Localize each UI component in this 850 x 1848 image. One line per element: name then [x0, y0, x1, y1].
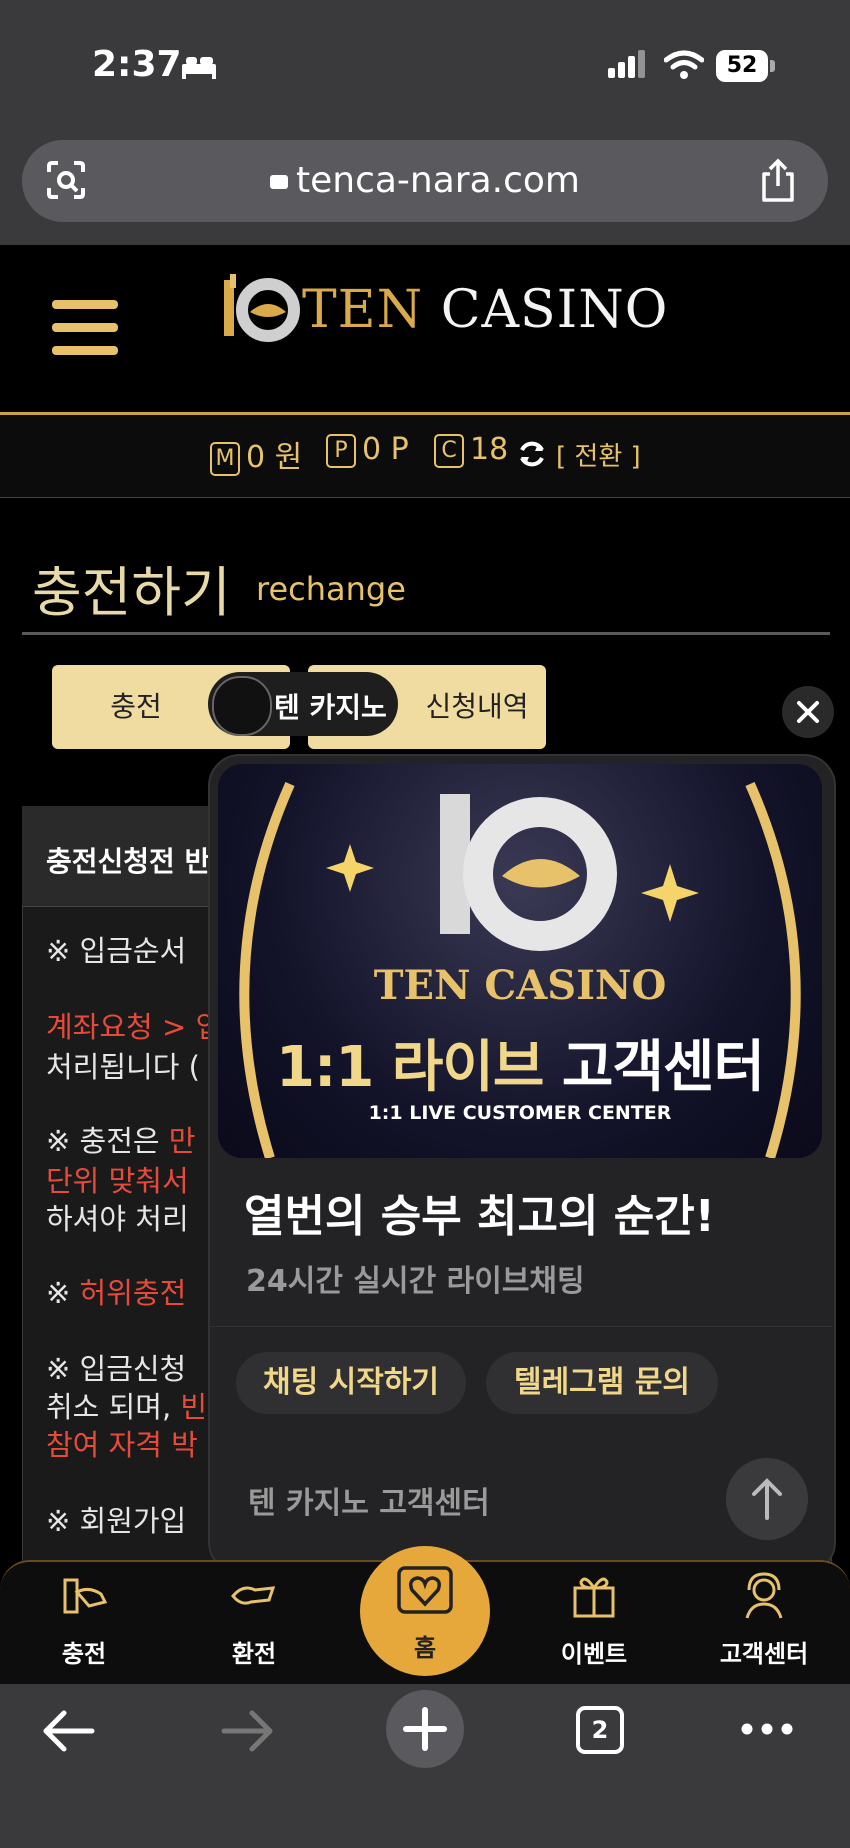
money-balance: M0 원 [210, 432, 302, 476]
forward-arrow-icon[interactable] [220, 1706, 276, 1756]
popup-title: 열번의 승부 최고의 순간! [244, 1191, 715, 1242]
notice-header-text: 충전신청전 반 [46, 845, 211, 878]
notice-line: 계좌요청 > 입 [46, 1010, 223, 1044]
url-label: tenca-nara.com [296, 160, 580, 201]
notice-line: 취소 되며, 빈 [46, 1390, 208, 1424]
switch-button[interactable]: [ 전환 ] [556, 436, 641, 473]
notice-line: ※ 입금순서 [46, 934, 187, 968]
arrow-up-icon[interactable] [726, 1458, 808, 1540]
battery-tip [770, 60, 775, 72]
lock-icon [270, 175, 288, 189]
popup-subtitle: 24시간 실시간 라이브채팅 [246, 1264, 585, 1299]
status-time: 2:37 [92, 44, 182, 85]
scan-icon[interactable] [46, 160, 86, 200]
notice-line: ※ 회원가입 [46, 1504, 187, 1538]
coupon-icon: C [434, 433, 464, 468]
tabs-counter[interactable]: 2 [576, 1706, 624, 1754]
ten-casino-logo-icon[interactable] [220, 272, 300, 344]
notice-line: ※ 충전은 만 [46, 1124, 196, 1158]
notice-line: ※ 입금신청 [46, 1352, 187, 1386]
chat-chip-logo-icon [212, 676, 272, 736]
battery-indicator: 52 [716, 50, 768, 82]
title-divider [22, 632, 830, 635]
balance-bar [0, 415, 850, 498]
chat-chip-label: 텐 카지노 [274, 691, 387, 724]
nav-support[interactable]: 고객센터 [704, 1572, 824, 1669]
nav-home-label: 홈 [413, 1634, 437, 1662]
share-icon[interactable] [756, 158, 800, 204]
back-arrow-icon[interactable] [40, 1706, 96, 1756]
charge-icon [63, 1578, 108, 1614]
nav-event[interactable]: 이벤트 [534, 1572, 654, 1669]
notice-line: 단위 맞춰서 [46, 1164, 189, 1198]
banner-subline: 1:1 LIVE CUSTOMER CENTER [368, 1102, 672, 1124]
start-chat-button[interactable]: 채팅 시작하기 [236, 1352, 466, 1414]
money-icon: M [210, 441, 240, 476]
cellular-signal-icon [608, 50, 648, 82]
refresh-icon[interactable] [516, 438, 548, 470]
url-text[interactable]: tenca-nara.com [0, 140, 850, 222]
more-options-icon[interactable] [740, 1718, 794, 1740]
menu-icon[interactable] [52, 300, 118, 356]
support-agent-icon [745, 1572, 783, 1619]
popup-divider [208, 1326, 832, 1327]
sleep-mode-icon [182, 57, 216, 79]
point-balance: P0 P [326, 432, 409, 468]
coupon-balance: C 18 [434, 432, 508, 468]
nav-charge[interactable]: 충전 [24, 1572, 144, 1669]
heart-icon [397, 1566, 453, 1614]
notice-line: 처리됩니다 ( [46, 1050, 200, 1084]
page-title: 충전하기 [32, 561, 231, 624]
exchange-icon [231, 1586, 276, 1605]
banner-headline: 1:1 라이브 고객센터 [276, 1035, 765, 1100]
notice-line: ※ 허위충전 [46, 1276, 187, 1310]
telegram-inquiry-button[interactable]: 텔레그램 문의 [486, 1352, 718, 1414]
point-icon: P [326, 433, 356, 468]
notice-line: 참여 자격 박 [46, 1428, 198, 1462]
new-tab-icon[interactable] [386, 1690, 464, 1768]
nav-exchange[interactable]: 환전 [194, 1572, 314, 1669]
wifi-icon [664, 50, 704, 79]
close-icon[interactable] [782, 686, 834, 738]
page-subtitle: rechange [256, 570, 406, 608]
notice-line: 하셔야 처리 [46, 1202, 189, 1236]
site-logo[interactable]: TEN CASINO [302, 280, 668, 340]
gift-icon [573, 1577, 615, 1618]
popup-footer-label: 텐 카지노 고객센터 [248, 1486, 490, 1521]
banner-brand: TEN CASINO [373, 962, 667, 1009]
